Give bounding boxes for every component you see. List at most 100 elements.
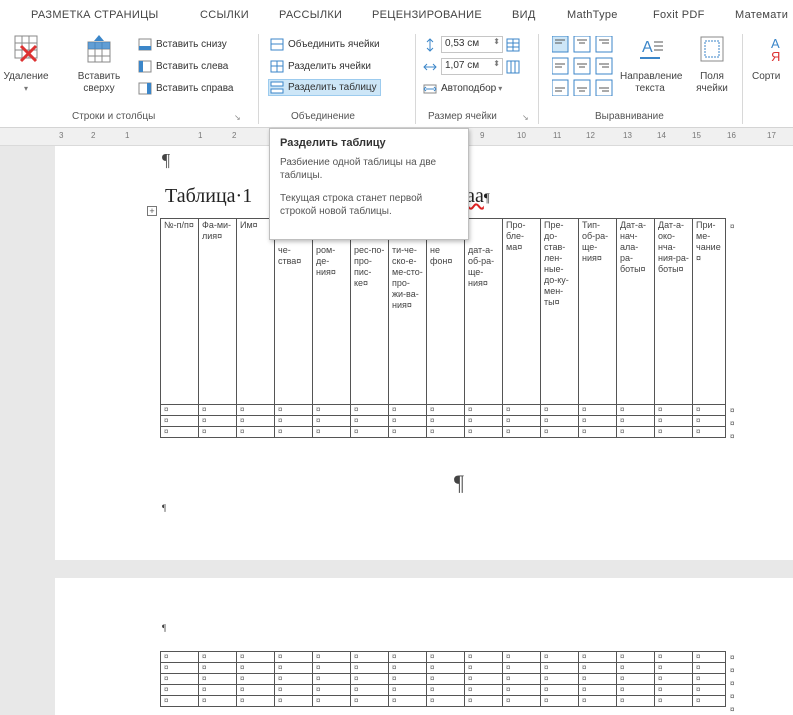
table-cell[interactable]: ¤ bbox=[692, 695, 726, 707]
table-cell[interactable]: ¤ bbox=[578, 426, 617, 438]
table-cell[interactable]: ¤ bbox=[388, 415, 427, 427]
table-cell[interactable]: ¤ bbox=[350, 415, 389, 427]
table-cell[interactable]: ¤ bbox=[198, 662, 237, 674]
table-cell[interactable]: ¤ bbox=[236, 404, 275, 416]
table-cell[interactable]: ¤ bbox=[350, 662, 389, 674]
distribute-columns-icon[interactable] bbox=[506, 60, 520, 74]
table-cell[interactable]: ¤ bbox=[616, 673, 655, 685]
table-header-cell[interactable]: Пре-до-став-лен-ные-до-ку-мен-ты¤ bbox=[540, 218, 579, 405]
insert-left-button[interactable]: Вставить слева bbox=[138, 58, 228, 75]
table-cell[interactable]: ¤ bbox=[274, 426, 313, 438]
table-cell[interactable]: ¤ bbox=[692, 415, 726, 427]
table-cell[interactable]: ¤ bbox=[160, 684, 199, 696]
table-cell[interactable]: ¤ bbox=[540, 695, 579, 707]
table-cell[interactable]: ¤ bbox=[426, 415, 465, 427]
table-cell[interactable]: ¤ bbox=[578, 695, 617, 707]
table-cell[interactable]: ¤ bbox=[426, 404, 465, 416]
table-cell[interactable]: ¤ bbox=[274, 415, 313, 427]
distribute-rows-icon[interactable] bbox=[506, 38, 520, 52]
tab-mailings[interactable]: РАССЫЛКИ bbox=[279, 9, 342, 21]
table-cell[interactable]: ¤ bbox=[236, 415, 275, 427]
table-cell[interactable]: ¤ bbox=[426, 684, 465, 696]
table-cell[interactable]: ¤ bbox=[616, 695, 655, 707]
table-header-cell[interactable]: ти-че-ско-е-ме-сто-про-жи-ва-ния¤ bbox=[388, 218, 427, 405]
table-cell[interactable]: ¤ bbox=[692, 662, 726, 674]
table-cell[interactable]: ¤ bbox=[578, 662, 617, 674]
table-cell[interactable]: ¤ bbox=[654, 684, 693, 696]
table-move-handle-icon[interactable]: + bbox=[147, 206, 157, 216]
tab-review[interactable]: РЕЦЕНЗИРОВАНИЕ bbox=[372, 9, 482, 21]
sort-button[interactable]: А Я Сорти bbox=[752, 34, 792, 83]
table-cell[interactable]: ¤ bbox=[198, 673, 237, 685]
table-cell[interactable]: ¤ bbox=[540, 662, 579, 674]
table-cell[interactable]: ¤ bbox=[692, 673, 726, 685]
table-cell[interactable]: ¤ bbox=[540, 426, 579, 438]
insert-above-button[interactable]: Вставить сверху bbox=[72, 34, 126, 95]
table-cell[interactable]: ¤ bbox=[312, 662, 351, 674]
table-cell[interactable]: ¤ bbox=[312, 651, 351, 663]
rows-columns-launcher-icon[interactable]: ↘ bbox=[234, 113, 241, 122]
table-cell[interactable]: ¤ bbox=[692, 404, 726, 416]
table-cell[interactable]: ¤ bbox=[692, 426, 726, 438]
cell-margins-button[interactable]: Поля ячейки bbox=[690, 34, 734, 95]
table-cell[interactable]: ¤ bbox=[198, 651, 237, 663]
table-cell[interactable]: ¤ bbox=[616, 426, 655, 438]
table-cell[interactable]: ¤ bbox=[578, 673, 617, 685]
table-cell[interactable]: ¤ bbox=[426, 673, 465, 685]
merge-cells-button[interactable]: Объединить ячейки bbox=[270, 36, 380, 53]
table-header-cell[interactable]: Дат-а-око-нча-ния-ра-боты¤ bbox=[654, 218, 693, 405]
table-cell[interactable]: ¤ bbox=[616, 662, 655, 674]
table-cell[interactable]: ¤ bbox=[160, 673, 199, 685]
tab-references[interactable]: ССЫЛКИ bbox=[200, 9, 249, 21]
tab-math[interactable]: Математи bbox=[735, 9, 788, 21]
table-header-cell[interactable]: че-ства¤ bbox=[274, 218, 313, 405]
table-cell[interactable]: ¤ bbox=[540, 404, 579, 416]
text-direction-button[interactable]: A Направление текста bbox=[620, 34, 682, 95]
table-cell[interactable]: ¤ bbox=[160, 695, 199, 707]
table-cell[interactable]: ¤ bbox=[654, 662, 693, 674]
table-cell[interactable]: ¤ bbox=[502, 684, 541, 696]
table-cell[interactable]: ¤ bbox=[236, 684, 275, 696]
table-cell[interactable]: ¤ bbox=[160, 651, 199, 663]
table-cell[interactable]: ¤ bbox=[312, 404, 351, 416]
table-cell[interactable]: ¤ bbox=[464, 684, 503, 696]
table-cell[interactable]: ¤ bbox=[350, 404, 389, 416]
insert-right-button[interactable]: Вставить справа bbox=[138, 80, 233, 97]
table-cell[interactable]: ¤ bbox=[198, 426, 237, 438]
table-cell[interactable]: ¤ bbox=[654, 415, 693, 427]
table-cell[interactable]: ¤ bbox=[502, 673, 541, 685]
table-cell[interactable]: ¤ bbox=[426, 695, 465, 707]
table-cell[interactable]: ¤ bbox=[388, 651, 427, 663]
table-cell[interactable]: ¤ bbox=[692, 651, 726, 663]
table-cell[interactable]: ¤ bbox=[198, 695, 237, 707]
table-cell[interactable]: ¤ bbox=[616, 404, 655, 416]
table-cell[interactable]: ¤ bbox=[236, 662, 275, 674]
table-2[interactable]: ¤ ¤ ¤ ¤ ¤ ¤ ¤ ¤ ¤ ¤ ¤ ¤ ¤ ¤ ¤ ¤ ¤ ¤ ¤ ¤ ¤ ¤ ¤ ¤ ¤ ¤ ¤ ¤ ¤ ¤ ¤ ¤ ¤ ¤ ¤ ¤ ¤ ¤ ¤ ¤… bbox=[160, 651, 726, 707]
table-cell[interactable]: ¤ bbox=[426, 651, 465, 663]
table-cell[interactable]: ¤ bbox=[426, 662, 465, 674]
table-cell[interactable]: ¤ bbox=[274, 404, 313, 416]
table-cell[interactable]: ¤ bbox=[502, 651, 541, 663]
table-cell[interactable]: ¤ bbox=[274, 651, 313, 663]
table-cell[interactable]: ¤ bbox=[578, 684, 617, 696]
table-cell[interactable]: ¤ bbox=[502, 695, 541, 707]
table-cell[interactable]: ¤ bbox=[464, 426, 503, 438]
table-cell[interactable]: ¤ bbox=[236, 426, 275, 438]
table-cell[interactable]: ¤ bbox=[540, 651, 579, 663]
table-header-cell[interactable]: Фа-ми-лия¤ bbox=[198, 218, 237, 405]
table-header-cell[interactable]: При-ме-чание¤ bbox=[692, 218, 726, 405]
table-cell[interactable]: ¤ bbox=[654, 673, 693, 685]
table-cell[interactable]: ¤ bbox=[464, 695, 503, 707]
table-cell[interactable]: ¤ bbox=[502, 662, 541, 674]
table-cell[interactable]: ¤ bbox=[198, 415, 237, 427]
table-cell[interactable]: ¤ bbox=[464, 415, 503, 427]
table-cell[interactable]: ¤ bbox=[654, 404, 693, 416]
delete-button[interactable]: Удаление ▾ bbox=[2, 34, 50, 95]
table-cell[interactable]: ¤ bbox=[350, 684, 389, 696]
table-cell[interactable]: ¤ bbox=[616, 415, 655, 427]
table-header-cell[interactable]: Тип-об-ра-ще-ния¤ bbox=[578, 218, 617, 405]
table-cell[interactable]: ¤ bbox=[692, 684, 726, 696]
table-cell[interactable]: ¤ bbox=[388, 404, 427, 416]
table-cell[interactable]: ¤ bbox=[502, 404, 541, 416]
table-cell[interactable]: ¤ bbox=[350, 673, 389, 685]
